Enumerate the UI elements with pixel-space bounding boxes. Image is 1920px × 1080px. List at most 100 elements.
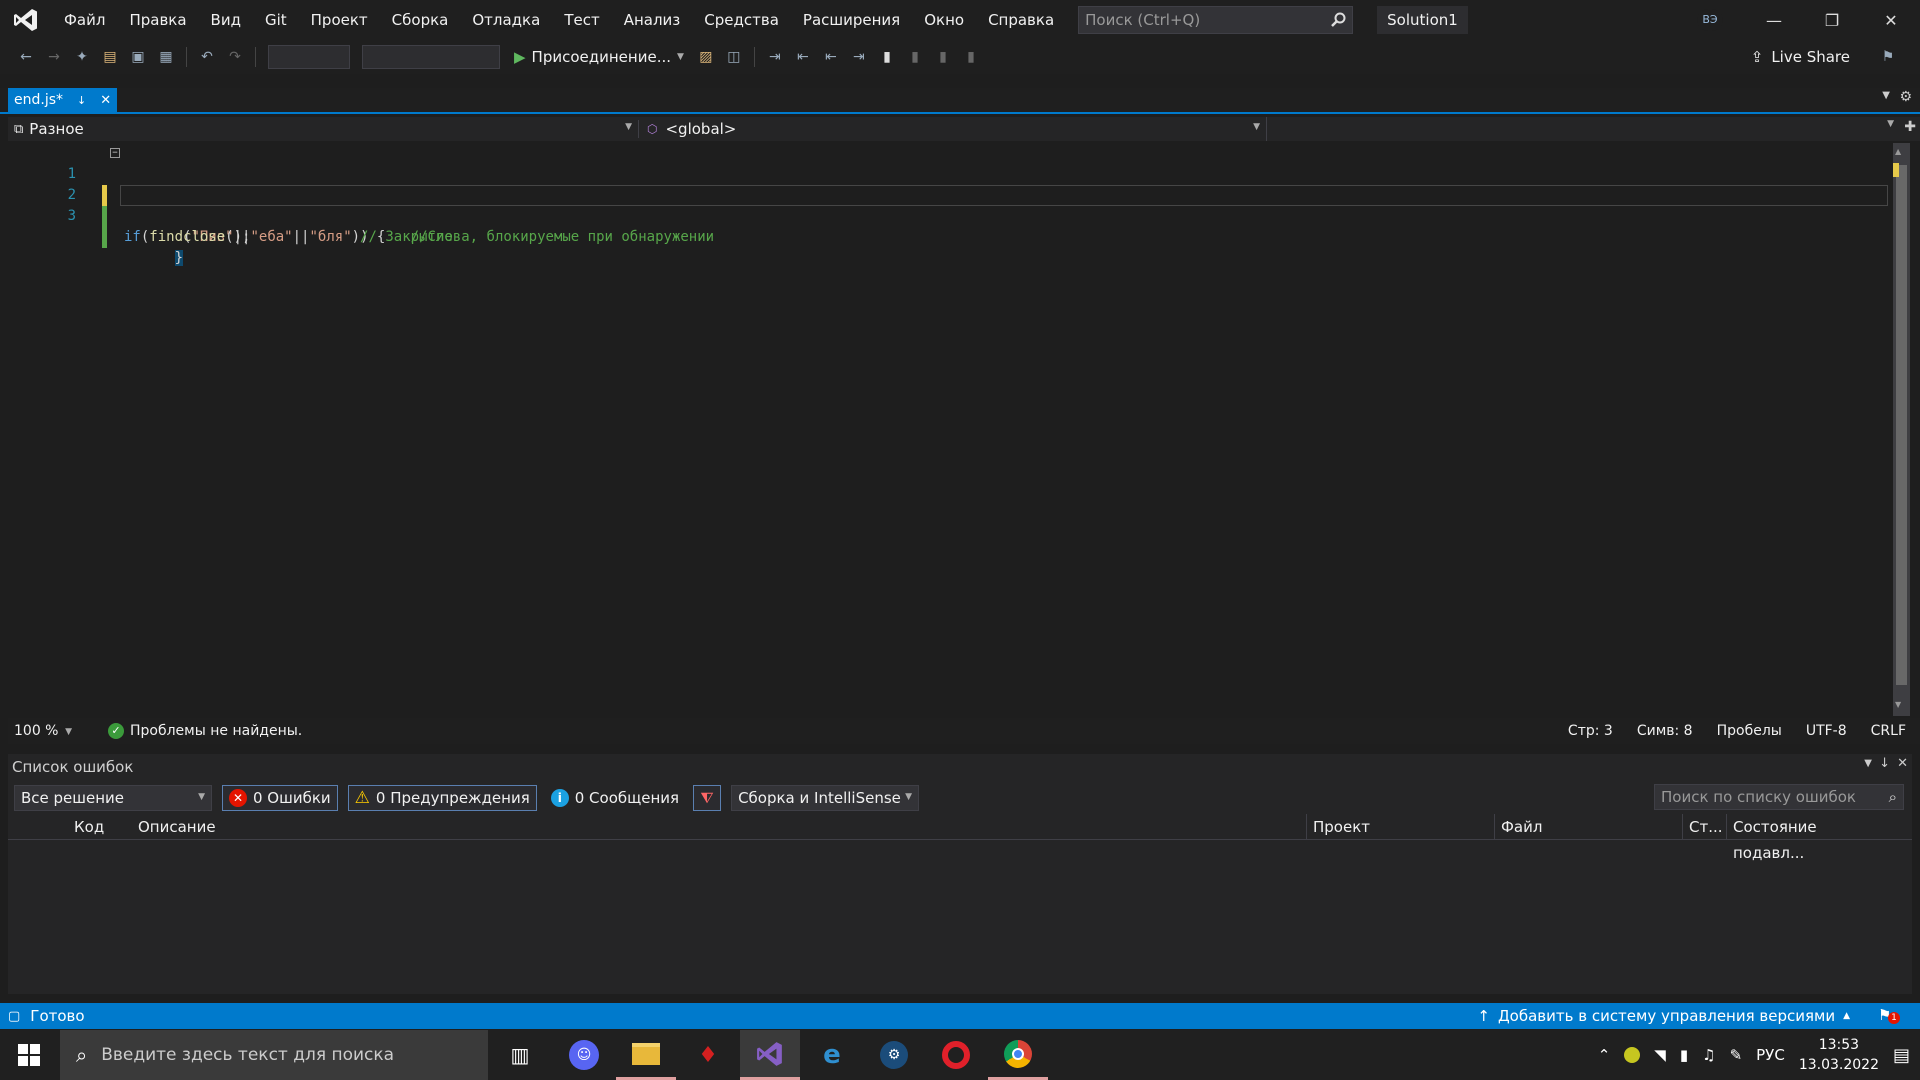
menu-item-extensions[interactable]: Расширения <box>791 0 912 40</box>
menu-item-view[interactable]: Вид <box>199 0 253 40</box>
menu-item-edit[interactable]: Правка <box>117 0 198 40</box>
avatar[interactable]: ВЭ <box>1697 9 1723 31</box>
eol-indicator[interactable]: CRLF <box>1871 723 1906 739</box>
taskbar-search-input[interactable]: ⌕ Введите здесь текст для поиска <box>60 1030 488 1080</box>
prev-bookmark-icon[interactable]: ▮ <box>903 45 927 69</box>
discord-icon[interactable]: ☺ <box>554 1030 614 1080</box>
menu-item-file[interactable]: Файл <box>52 0 117 40</box>
column-header-line[interactable]: Ст... <box>1682 814 1726 840</box>
visual-studio-taskbar-icon[interactable] <box>740 1030 800 1080</box>
tab-settings-icon[interactable]: ⚙ <box>1899 89 1912 105</box>
messages-filter-toggle[interactable]: i 0 Сообщения <box>547 785 683 811</box>
minimize-icon[interactable]: — <box>1745 0 1803 40</box>
column-indicator[interactable]: Симв: 8 <box>1637 723 1693 739</box>
action-center-icon[interactable]: ▤ <box>1893 1045 1910 1066</box>
column-header-suppression[interactable]: Состояние подавл... <box>1726 814 1886 862</box>
menu-item-debug[interactable]: Отладка <box>460 0 552 40</box>
menu-item-build[interactable]: Сборка <box>380 0 461 40</box>
redo-icon[interactable]: ↷ <box>223 45 247 69</box>
menu-item-tools[interactable]: Средства <box>692 0 791 40</box>
step-over-icon[interactable]: ⇤ <box>791 45 815 69</box>
steam-icon[interactable]: ⚙ <box>864 1030 924 1080</box>
pin-icon[interactable]: ↓ <box>1879 756 1890 771</box>
app-tray-icon[interactable] <box>1624 1047 1641 1063</box>
menu-item-help[interactable]: Справка <box>976 0 1066 40</box>
new-project-icon[interactable]: ✦ <box>70 45 94 69</box>
restore-icon[interactable]: ❐ <box>1803 0 1861 40</box>
windows-start-icon[interactable] <box>0 1030 58 1080</box>
encoding-indicator[interactable]: UTF-8 <box>1806 723 1847 739</box>
column-header-icon[interactable] <box>8 814 68 840</box>
battery-icon[interactable]: ▮ <box>1680 1046 1688 1064</box>
live-share-button[interactable]: ⇪ Live Share <box>1751 40 1850 74</box>
next-bookmark-icon[interactable]: ▮ <box>931 45 955 69</box>
problems-indicator[interactable]: ✓ Проблемы не найдены. <box>108 723 302 739</box>
code-line[interactable]: 3 } <box>8 185 1888 266</box>
column-header-file[interactable]: Файл <box>1494 814 1682 840</box>
solution-platform-select[interactable] <box>362 45 500 69</box>
undo-icon[interactable]: ↶ <box>195 45 219 69</box>
back-icon[interactable]: ← <box>14 45 38 69</box>
pin-icon[interactable]: ↓ <box>77 94 86 107</box>
indent-icon[interactable]: ⇥ <box>847 45 871 69</box>
search-input[interactable]: Поиск (Ctrl+Q) <box>1078 6 1354 34</box>
menu-item-test[interactable]: Тест <box>552 0 611 40</box>
close-tab-icon[interactable]: ✕ <box>100 93 111 108</box>
panel-menu-icon[interactable]: ▼ <box>1864 758 1872 769</box>
error-scope-select[interactable]: Все решение ▼ <box>14 785 212 811</box>
save-all-icon[interactable]: ▦ <box>154 45 178 69</box>
browser-link-icon[interactable]: ◫ <box>722 45 746 69</box>
code-line[interactable]: 2 close(); // Закрытие <box>8 164 1888 245</box>
scroll-up-icon[interactable]: ▲ <box>1895 147 1901 156</box>
chevron-up-icon[interactable]: ⌃ <box>1598 1046 1611 1064</box>
file-explorer-icon[interactable] <box>616 1030 676 1080</box>
menu-item-git[interactable]: Git <box>253 0 299 40</box>
error-search-input[interactable]: Поиск по списку ошибок ⌕ <box>1654 784 1904 810</box>
column-header-code[interactable]: Код <box>68 814 130 840</box>
build-filter-select[interactable]: Сборка и IntelliSense ▼ <box>731 785 920 811</box>
network-icon[interactable]: ◥ <box>1654 1046 1666 1064</box>
edge-icon[interactable]: e <box>802 1030 862 1080</box>
volume-icon[interactable]: ♫ <box>1702 1046 1715 1064</box>
feedback-icon[interactable]: ⚑ <box>1876 45 1900 69</box>
menu-item-project[interactable]: Проект <box>299 0 380 40</box>
opera-icon[interactable] <box>926 1030 986 1080</box>
close-icon[interactable]: ✕ <box>1862 0 1920 40</box>
tab-end-js[interactable]: end.js* ↓ ✕ <box>8 88 118 112</box>
save-icon[interactable]: ▣ <box>126 45 150 69</box>
column-header-description[interactable]: Описание <box>132 814 1068 840</box>
code-editor[interactable]: 1 − if(find("Пиз"||"еба"||"бля")) { //Сл… <box>8 143 1893 716</box>
bookmark-icon[interactable]: ▮ <box>875 45 899 69</box>
pen-icon[interactable]: ✎ <box>1730 1046 1743 1064</box>
clear-bookmarks-icon[interactable]: ▮ <box>959 45 983 69</box>
visual-studio-logo-icon[interactable] <box>0 0 52 40</box>
game-launcher-icon[interactable]: ♦ <box>678 1030 738 1080</box>
member-dropdown[interactable]: ▼ <box>1266 117 1920 141</box>
solution-config-select[interactable] <box>268 45 350 69</box>
task-view-icon[interactable]: ▥ <box>490 1030 550 1080</box>
filter-icon[interactable]: ⧨ <box>693 785 722 811</box>
language-indicator[interactable]: РУС <box>1756 1046 1785 1064</box>
indent-indicator[interactable]: Пробелы <box>1717 723 1782 739</box>
close-panel-icon[interactable]: ✕ <box>1897 756 1908 771</box>
attach-button[interactable]: ▶ Присоединение... ▼ <box>508 48 690 66</box>
errors-filter-toggle[interactable]: ✕ 0 Ошибки <box>222 785 338 811</box>
step-into-icon[interactable]: ⇥ <box>763 45 787 69</box>
clock[interactable]: 13:53 13.03.2022 <box>1799 1035 1879 1075</box>
project-dropdown[interactable]: ⧉ Разное ▼ <box>8 120 638 138</box>
open-folder-icon[interactable]: ▤ <box>98 45 122 69</box>
forward-icon[interactable]: → <box>42 45 66 69</box>
chrome-icon[interactable] <box>988 1030 1048 1080</box>
outdent-icon[interactable]: ⇤ <box>819 45 843 69</box>
editor-vertical-scrollbar[interactable]: ▲ ▼ <box>1893 143 1910 716</box>
code-line[interactable]: 1 − if(find("Пиз"||"еба"||"бля")) { //Сл… <box>8 143 1888 245</box>
split-window-icon[interactable]: ✚ <box>1904 119 1916 135</box>
warnings-filter-toggle[interactable]: ⚠ 0 Предупреждения <box>347 785 537 811</box>
line-indicator[interactable]: Стр: 3 <box>1568 723 1613 739</box>
zoom-dropdown[interactable]: 100 % ▼ <box>8 723 78 739</box>
menu-item-analyze[interactable]: Анализ <box>612 0 693 40</box>
column-header-project[interactable]: Проект <box>1306 814 1494 840</box>
notifications-button[interactable]: ⚑ 1 <box>1878 1006 1900 1026</box>
scroll-down-icon[interactable]: ▼ <box>1895 700 1901 709</box>
add-to-source-control-button[interactable]: ↑ Добавить в систему управления версиями… <box>1477 1003 1850 1029</box>
